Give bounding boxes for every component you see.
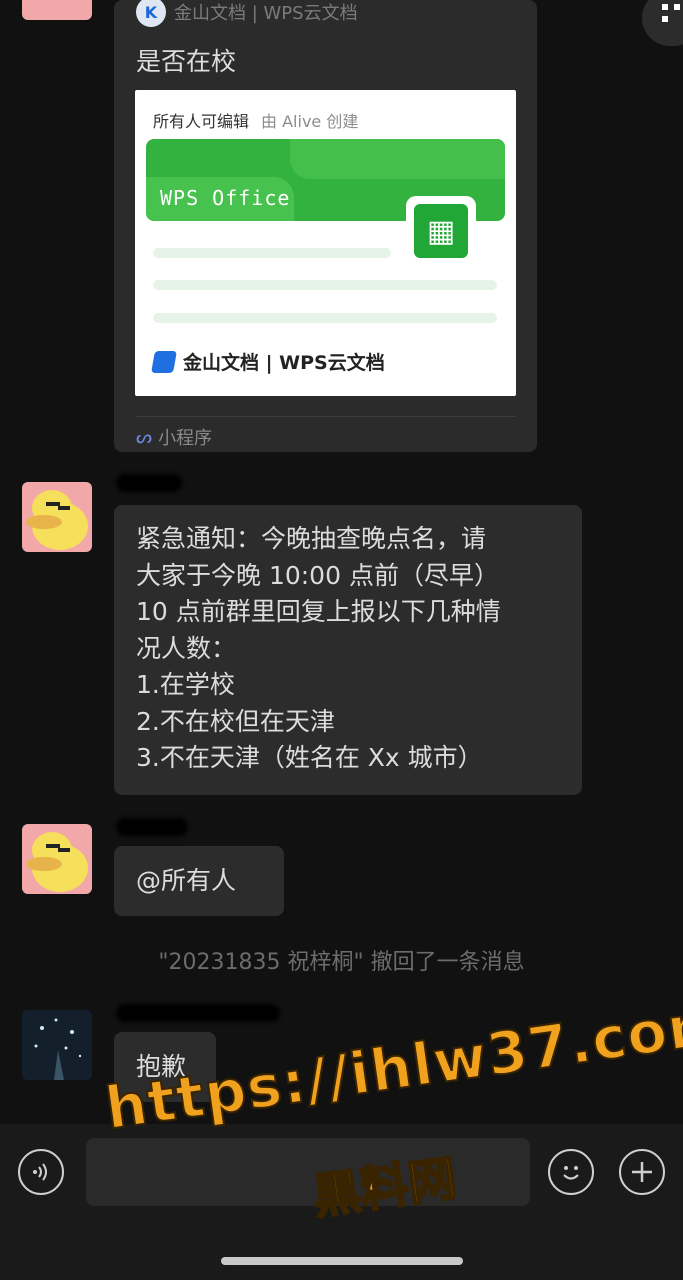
avatar[interactable] [22, 824, 92, 894]
placeholder-line [153, 248, 391, 258]
placeholder-line [153, 313, 497, 323]
avatar[interactable] [22, 1010, 92, 1080]
voice-icon[interactable] [18, 1149, 64, 1195]
thumbnail-header: 所有人可编辑由 Alive 创建 [153, 112, 359, 131]
wps-office-label: WPS Office [160, 186, 291, 210]
sender-name-redacted [116, 474, 182, 492]
divider [136, 416, 516, 417]
mini-program-footer: ᔕ 小程序 [136, 426, 213, 450]
plus-icon[interactable] [619, 1149, 665, 1195]
floating-menu-button[interactable] [642, 0, 683, 46]
avatar[interactable] [22, 0, 92, 20]
placeholder-line [153, 280, 497, 290]
message-bubble[interactable]: 紧急通知：今晚抽查晚点名，请 大家于今晚 10:00 点前（尽早） 10 点前群… [114, 505, 582, 795]
sender-name-redacted [116, 818, 188, 836]
card-source: K 金山文档 | WPS云文档 [136, 0, 358, 27]
message-text: 紧急通知：今晚抽查晚点名，请 大家于今晚 10:00 点前（尽早） 10 点前群… [136, 524, 501, 772]
avatar[interactable] [22, 482, 92, 552]
thumbnail-footer: 金山文档 | WPS云文档 [151, 348, 385, 375]
emoji-icon[interactable] [548, 1149, 594, 1195]
sender-name-redacted [116, 1004, 280, 1022]
recall-notice: "20231835 祝梓桐" 撤回了一条消息 [158, 950, 525, 975]
card-title: 是否在校 [136, 47, 237, 76]
mini-program-icon: ᔕ [136, 426, 153, 448]
kingsoft-docs-icon [151, 350, 177, 373]
kingsoft-docs-icon: K [136, 0, 166, 27]
home-indicator[interactable] [221, 1257, 463, 1265]
spreadsheet-icon: ▦ [406, 196, 476, 260]
message-bubble[interactable]: @所有人 [114, 846, 284, 916]
message-text: @所有人 [136, 866, 237, 895]
message-input[interactable] [86, 1138, 530, 1206]
